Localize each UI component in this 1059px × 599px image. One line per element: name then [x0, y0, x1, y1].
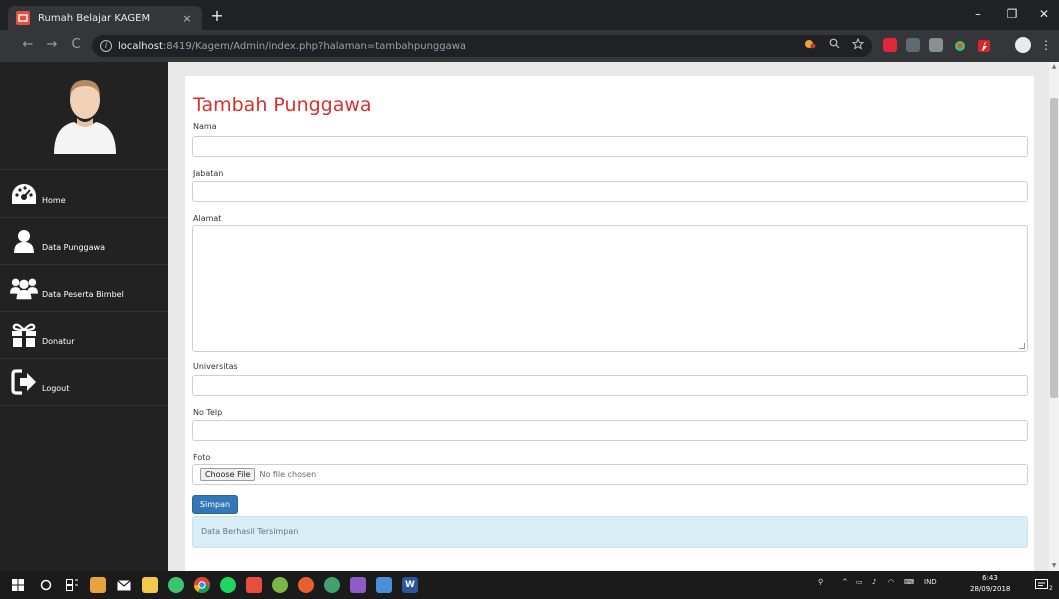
bookmark-star-icon[interactable] [850, 37, 866, 54]
app-green-icon[interactable] [272, 577, 288, 593]
no-telp-input[interactable] [192, 420, 1028, 441]
scroll-up-icon[interactable]: ▲ [1049, 62, 1059, 72]
sidebar-item-data-punggawa[interactable]: Data Punggawa [0, 218, 168, 265]
sidebar-item-data-peserta-bimbel[interactable]: Data Peserta Bimbel [0, 265, 168, 312]
gift-icon [10, 321, 38, 349]
browser-tab[interactable]: Rumah Belajar KAGEM × [8, 6, 202, 30]
scrollbar-thumb[interactable] [1050, 98, 1058, 398]
sidebar-item-label: Data Punggawa [42, 242, 105, 252]
language-indicator[interactable]: IND [924, 578, 937, 586]
sidebar-item-logout[interactable]: Logout [0, 359, 168, 406]
sidebar-avatar-area [0, 62, 168, 170]
tab-title: Rumah Belajar KAGEM [38, 12, 151, 24]
success-alert: Data Berhasil Tersimpan [192, 516, 1028, 548]
sidebar-item-donatur[interactable]: Donatur [0, 312, 168, 359]
foto-label: Foto [193, 453, 211, 462]
sidebar-item-label: Home [42, 195, 66, 205]
volume-icon[interactable]: ♪ [872, 578, 876, 586]
close-window-button[interactable]: ✕ [1032, 4, 1056, 24]
nama-label: Nama [193, 122, 217, 131]
network-icon[interactable]: ◠ [888, 578, 894, 586]
simpan-button[interactable]: Simpan [192, 495, 238, 514]
no-telp-label: No Telp [193, 408, 223, 417]
sidebar-item-label: Data Peserta Bimbel [42, 289, 124, 299]
reload-button[interactable]: C [68, 37, 84, 53]
app-orange-icon[interactable] [298, 577, 314, 593]
minimize-button[interactable]: – [966, 4, 990, 24]
cortana-search-icon[interactable] [38, 577, 54, 593]
scroll-down-icon[interactable]: ▼ [1049, 561, 1059, 571]
alamat-textarea[interactable] [192, 225, 1028, 352]
profile-avatar-icon[interactable] [1015, 37, 1031, 53]
file-status-text: No file chosen [259, 470, 317, 479]
system-clock[interactable]: 6:43 28/09/2018 [970, 573, 1010, 595]
photos-icon[interactable] [376, 577, 392, 593]
extension-grey-icon[interactable] [906, 38, 920, 52]
main-content-panel: Tambah Punggawa Nama Jabatan Alamat Univ… [185, 76, 1034, 571]
back-button[interactable]: ← [20, 37, 36, 53]
user-icon [10, 227, 38, 255]
windows-start-icon[interactable] [10, 577, 26, 593]
browser-menu-icon[interactable]: ⋮ [1040, 37, 1052, 53]
extension-flash-icon[interactable] [977, 38, 991, 52]
battery-icon[interactable]: ▭ [856, 578, 863, 586]
jabatan-input[interactable] [192, 181, 1028, 202]
browser-toolbar: ← → C i localhost:8419/Kagem/Admin/index… [0, 30, 1059, 62]
notifications-icon[interactable] [1034, 577, 1050, 593]
store-icon[interactable] [90, 577, 106, 593]
forward-button[interactable]: → [44, 37, 60, 53]
url-text: localhost:8419/Kagem/Admin/index.php?hal… [118, 40, 467, 52]
choose-file-button[interactable]: Choose File [200, 468, 256, 481]
browser-titlebar: Rumah Belajar KAGEM × + – ❐ ✕ [0, 0, 1059, 30]
page-scrollbar[interactable]: ▲ ▼ [1049, 62, 1059, 571]
sidebar-item-home[interactable]: Home [0, 171, 168, 218]
page-title: Tambah Punggawa [193, 94, 372, 116]
xampp-icon[interactable] [246, 577, 262, 593]
file-explorer-icon[interactable] [142, 577, 158, 593]
address-bar[interactable]: i localhost:8419/Kagem/Admin/index.php?h… [92, 35, 872, 57]
sidebar-item-label: Donatur [42, 336, 75, 346]
sidebar-item-label: Logout [42, 383, 70, 393]
sign-out-icon [10, 368, 38, 396]
chrome-icon[interactable] [194, 577, 210, 593]
universitas-label: Universitas [193, 362, 238, 371]
clock-date: 28/09/2018 [970, 585, 1011, 593]
site-info-icon[interactable]: i [100, 40, 112, 52]
users-group-icon [10, 274, 38, 302]
dashboard-icon [10, 180, 38, 208]
notification-count-badge: 2 [1049, 585, 1053, 592]
adblock-extension-icon[interactable] [883, 38, 897, 52]
extension-cookie-icon[interactable] [802, 38, 818, 54]
resize-grip-icon[interactable] [1019, 343, 1025, 349]
alamat-label: Alamat [193, 214, 222, 223]
tab-close-icon[interactable]: × [180, 12, 194, 25]
show-hidden-icons-icon[interactable]: ^ [842, 578, 848, 586]
sidebar: Home Data Punggawa Data Peserta Bimbel D… [0, 62, 168, 571]
user-avatar-icon [54, 80, 116, 154]
page-viewport: Home Data Punggawa Data Peserta Bimbel D… [0, 62, 1059, 571]
maximize-button[interactable]: ❐ [1000, 4, 1024, 24]
app-globe-icon[interactable] [324, 577, 340, 593]
line-app-icon[interactable] [168, 577, 184, 593]
site-favicon-icon [16, 11, 30, 25]
word-icon[interactable]: W [402, 577, 418, 593]
keyboard-icon[interactable]: ⌨ [904, 578, 914, 586]
visual-studio-icon[interactable] [350, 577, 366, 593]
foto-file-input: Choose File No file chosen [192, 464, 1028, 485]
zoom-icon[interactable] [826, 38, 842, 54]
people-icon[interactable]: ⚲ [818, 578, 823, 586]
spotify-icon[interactable] [220, 577, 236, 593]
extension-cast-icon[interactable] [929, 38, 943, 52]
new-tab-button[interactable]: + [207, 6, 227, 26]
clock-time: 6:43 [982, 574, 998, 582]
universitas-input[interactable] [192, 375, 1028, 396]
extension-colorful-icon[interactable] [953, 38, 967, 52]
nama-input[interactable] [192, 136, 1028, 157]
windows-taskbar: W ⚲ ^ ▭ ♪ ◠ ⌨ IND 6:43 28/09/2018 2 [0, 571, 1059, 599]
jabatan-label: Jabatan [193, 169, 224, 178]
task-view-icon[interactable] [64, 577, 80, 593]
mail-icon[interactable] [116, 577, 132, 593]
